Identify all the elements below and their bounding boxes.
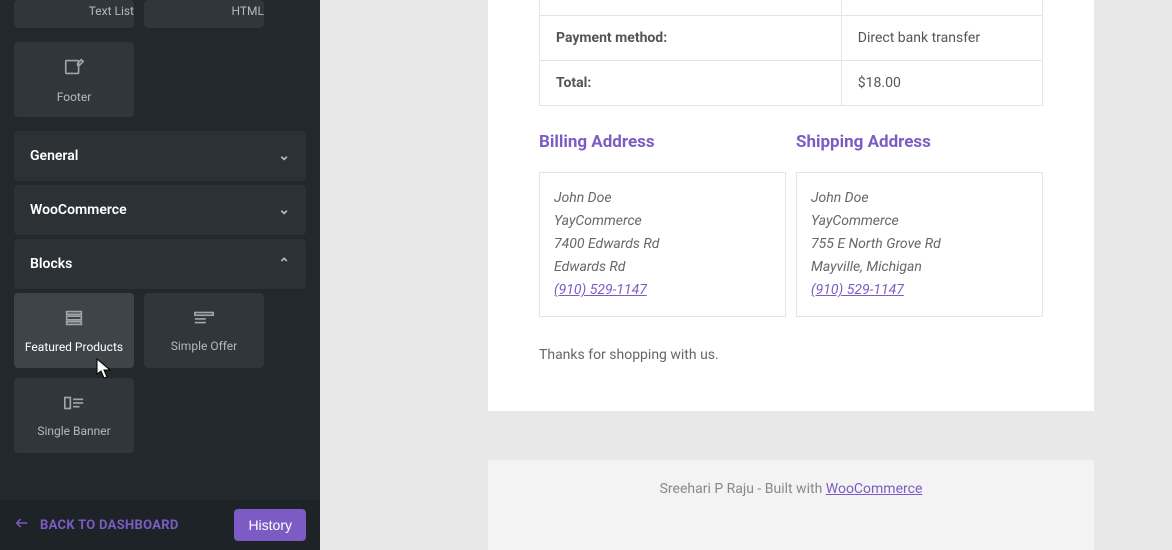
shipping-heading: Shipping Address: [796, 132, 1043, 152]
footer-text: Sreehari P Raju - Built with WooCommerce: [660, 481, 923, 497]
address-row: Billing Address John Doe YayCommerce 740…: [539, 132, 1043, 317]
email-footer: Sreehari P Raju - Built with WooCommerce: [488, 460, 1094, 550]
shipping-column: Shipping Address John Doe YayCommerce 75…: [796, 132, 1043, 317]
chevron-down-icon: ⌄: [278, 148, 290, 164]
addr-name: John Doe: [554, 187, 771, 210]
addr-company: YayCommerce: [554, 210, 771, 233]
tile-label: Footer: [57, 90, 92, 104]
tile-label: HTML: [232, 4, 265, 18]
woocommerce-link[interactable]: WooCommerce: [826, 481, 923, 497]
addr-phone-link[interactable]: (910) 529-1147: [811, 282, 904, 298]
tile-label: Featured Products: [25, 340, 123, 354]
table-row: Payment method: Direct bank transfer: [540, 16, 1043, 61]
addr-street: 7400 Edwards Rd: [554, 233, 771, 256]
section-general[interactable]: General ⌄: [14, 131, 306, 181]
table-row: Total: $18.00: [540, 61, 1043, 106]
addr-street: 755 E North Grove Rd: [811, 233, 1028, 256]
arrow-left-icon: [14, 515, 30, 535]
row-label: Subtotal:: [540, 0, 842, 16]
addr-phone-link[interactable]: (910) 529-1147: [554, 282, 647, 298]
billing-column: Billing Address John Doe YayCommerce 740…: [539, 132, 786, 317]
editor-sidebar: Text List HTML Footer General ⌄ WooComme…: [0, 0, 320, 550]
section-blocks[interactable]: Blocks ⌃: [14, 239, 306, 289]
row-value: Direct bank transfer: [841, 16, 1042, 61]
tile-single-banner[interactable]: Single Banner: [14, 378, 134, 453]
tile-label: Simple Offer: [171, 339, 237, 353]
tile-text-list[interactable]: Text List: [14, 0, 134, 28]
section-label: WooCommerce: [30, 202, 127, 218]
tile-featured-products[interactable]: Featured Products: [14, 293, 134, 368]
addr-company: YayCommerce: [811, 210, 1028, 233]
chevron-down-icon: ⌄: [278, 202, 290, 218]
order-summary-table: Subtotal: $18.00 Payment method: Direct …: [539, 0, 1043, 106]
addr-name: John Doe: [811, 187, 1028, 210]
billing-heading: Billing Address: [539, 132, 786, 152]
row-label: Payment method:: [540, 16, 842, 61]
back-label: BACK TO DASHBOARD: [40, 518, 179, 533]
thanks-text: Thanks for shopping with us.: [539, 347, 1043, 363]
tile-simple-offer[interactable]: Simple Offer: [144, 293, 264, 368]
section-woocommerce[interactable]: WooCommerce ⌄: [14, 185, 306, 235]
footer-prefix: Sreehari P Raju - Built with: [660, 481, 826, 497]
tile-row-top: Text List HTML: [0, 0, 320, 42]
footer-edit-icon: [63, 56, 85, 82]
tile-label: Single Banner: [37, 424, 110, 438]
addr-city: Mayville, Michigan: [811, 256, 1028, 279]
banner-icon: [63, 394, 85, 416]
layers-icon: [63, 308, 85, 332]
email-body: Subtotal: $18.00 Payment method: Direct …: [488, 0, 1094, 411]
row-label: Total:: [540, 61, 842, 106]
billing-box: John Doe YayCommerce 7400 Edwards Rd Edw…: [539, 172, 786, 317]
sidebar-bottom-bar: BACK TO DASHBOARD History: [0, 500, 320, 550]
history-button[interactable]: History: [234, 509, 306, 541]
back-to-dashboard-link[interactable]: BACK TO DASHBOARD: [14, 515, 179, 535]
tile-row-footer: Footer: [0, 42, 320, 131]
addr-city: Edwards Rd: [554, 256, 771, 279]
section-label: General: [30, 148, 78, 164]
tile-row-blocks: Featured Products Simple Offer Single Ba…: [0, 293, 320, 467]
chevron-up-icon: ⌃: [278, 256, 290, 272]
section-label: Blocks: [30, 256, 72, 272]
list-icon: [193, 309, 215, 331]
tile-label: Text List: [89, 4, 134, 18]
row-value: $18.00: [841, 61, 1042, 106]
row-value: $18.00: [841, 0, 1042, 16]
tile-footer[interactable]: Footer: [14, 42, 134, 117]
shipping-box: John Doe YayCommerce 755 E North Grove R…: [796, 172, 1043, 317]
email-preview-area: Subtotal: $18.00 Payment method: Direct …: [320, 0, 1172, 550]
tile-html[interactable]: HTML: [144, 0, 264, 28]
table-row: Subtotal: $18.00: [540, 0, 1043, 16]
